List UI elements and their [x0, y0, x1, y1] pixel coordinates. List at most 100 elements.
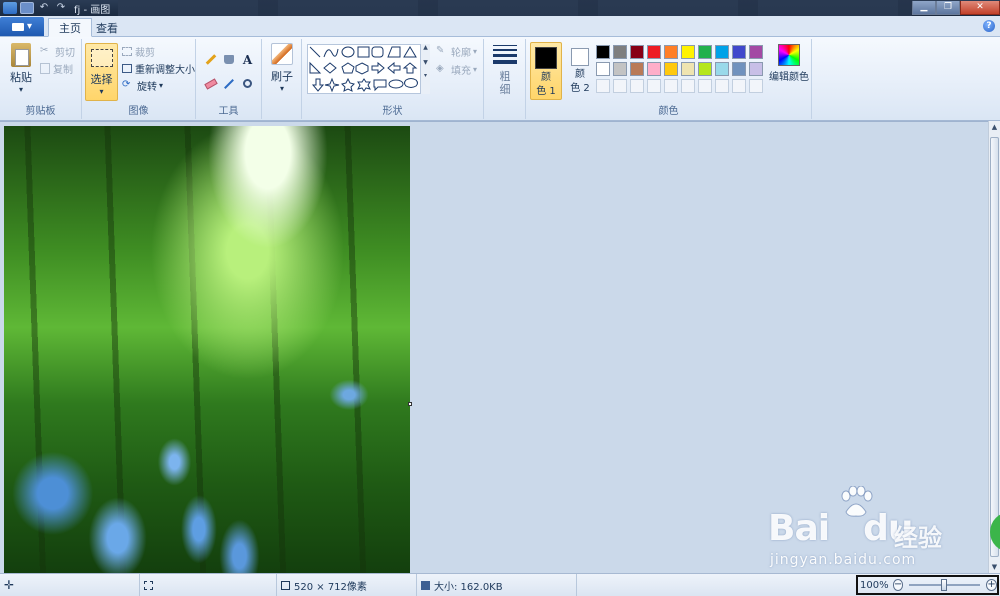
zoom-slider-thumb[interactable]: [941, 579, 948, 591]
select-button[interactable]: 选择 ▾: [85, 43, 118, 101]
undo-icon[interactable]: ↶: [37, 2, 51, 14]
title-bar: ↶ ↷ fj - 画图 ▁ ❐ ✕: [0, 0, 1000, 16]
zoom-slider[interactable]: [909, 579, 981, 591]
chevron-up-icon: ▲: [423, 44, 428, 51]
palette-swatch[interactable]: [732, 62, 746, 76]
tab-view[interactable]: 查看: [86, 18, 128, 37]
image-size-icon: [281, 580, 290, 590]
maximize-button[interactable]: ❐: [936, 1, 960, 15]
ribbon-tab-row: ▾ 主页 查看 ?: [0, 16, 1000, 37]
palette-swatch[interactable]: [630, 62, 644, 76]
help-icon[interactable]: ?: [983, 20, 995, 32]
zoom-level: 100%: [860, 579, 889, 591]
cut-button[interactable]: ✂ 剪切: [40, 43, 75, 59]
palette-empty-swatch[interactable]: [664, 79, 678, 93]
palette-swatch[interactable]: [749, 45, 763, 59]
palette-swatch[interactable]: [664, 45, 678, 59]
edit-colors-button[interactable]: 编辑颜色: [768, 41, 810, 83]
resize-button[interactable]: 重新调整大小: [122, 60, 195, 76]
paste-label: 粘贴: [10, 71, 32, 84]
palette-empty-swatch[interactable]: [630, 79, 644, 93]
palette-swatch[interactable]: [715, 45, 729, 59]
palette-empty-swatch[interactable]: [698, 79, 712, 93]
brushes-button[interactable]: 刷子 ▾: [267, 43, 297, 93]
zoom-control: 100% − +: [856, 575, 999, 595]
outline-label: 轮廓: [451, 47, 471, 59]
canvas-resize-handle-right[interactable]: [408, 402, 412, 406]
palette-empty-swatch[interactable]: [715, 79, 729, 93]
palette-empty-swatch[interactable]: [647, 79, 661, 93]
clipboard-icon: [11, 43, 31, 67]
palette-empty-swatch[interactable]: [613, 79, 627, 93]
color1-button[interactable]: 颜 色 1: [530, 42, 562, 100]
image-dimensions: 520 × 712像素: [294, 581, 367, 593]
close-button[interactable]: ✕: [960, 1, 1000, 15]
paint-menu-button[interactable]: ▾: [0, 17, 44, 36]
text-tool-icon[interactable]: A: [239, 51, 256, 68]
selection-icon: [144, 580, 153, 590]
file-size-cell: 大小: 162.0KB: [417, 574, 577, 596]
image-group-label: 图像: [128, 106, 149, 117]
redo-icon[interactable]: ↷: [54, 2, 68, 14]
colors-group-label: 颜色: [658, 106, 679, 117]
magnifier-icon[interactable]: [239, 75, 256, 92]
crop-icon: [122, 46, 132, 56]
palette-swatch[interactable]: [749, 62, 763, 76]
chevron-down-icon: ▾: [473, 64, 478, 74]
minimize-button[interactable]: ▁: [912, 1, 936, 15]
palette-swatch[interactable]: [698, 45, 712, 59]
watermark-cn: 经验: [894, 524, 942, 552]
pencil-icon[interactable]: [202, 51, 219, 68]
chevron-down-icon: ▾: [473, 46, 478, 56]
palette-empty-swatch[interactable]: [749, 79, 763, 93]
palette-empty-swatch[interactable]: [596, 79, 610, 93]
app-menu-icon[interactable]: [3, 2, 17, 14]
palette-swatch[interactable]: [715, 62, 729, 76]
cut-label: 剪切: [55, 47, 75, 59]
color-picker-icon[interactable]: [220, 75, 237, 92]
eraser-icon[interactable]: [202, 75, 219, 92]
disk-icon: [421, 580, 430, 590]
baidu-watermark: Bai du 经验 jingyan.baidu.com: [764, 486, 994, 570]
file-size: 大小: 162.0KB: [434, 581, 503, 593]
palette-empty-swatch[interactable]: [681, 79, 695, 93]
shapes-gallery-scroll[interactable]: ▲ ▼ ▾: [420, 44, 430, 94]
paste-button[interactable]: 粘贴 ▾: [6, 39, 36, 94]
save-icon[interactable]: [20, 2, 34, 14]
chevron-down-icon: ▾: [26, 21, 33, 32]
palette-swatch[interactable]: [613, 62, 627, 76]
palette-swatch[interactable]: [647, 45, 661, 59]
crop-button[interactable]: 裁剪: [122, 43, 155, 59]
rotate-label: 旋转: [137, 81, 157, 93]
color2-button[interactable]: 颜 色 2: [566, 42, 594, 100]
palette-swatch[interactable]: [681, 62, 695, 76]
color2-swatch: [571, 48, 589, 66]
palette-swatch[interactable]: [613, 45, 627, 59]
shapes-gallery[interactable]: [307, 44, 427, 94]
palette-swatch[interactable]: [596, 62, 610, 76]
brush-icon: [271, 43, 293, 65]
palette-swatch[interactable]: [681, 45, 695, 59]
size-group: 粗 细: [484, 39, 526, 119]
outline-button[interactable]: ✎ 轮廓 ▾: [436, 43, 477, 59]
image-size-cell: 520 × 712像素: [277, 574, 417, 596]
palette-swatch[interactable]: [647, 62, 661, 76]
size-button[interactable]: 粗 细: [490, 45, 520, 96]
zoom-out-button[interactable]: −: [892, 579, 904, 591]
palette-swatch[interactable]: [698, 62, 712, 76]
copy-button[interactable]: 复制: [40, 60, 73, 76]
palette-swatch[interactable]: [596, 45, 610, 59]
palette-swatch[interactable]: [630, 45, 644, 59]
rotate-button[interactable]: ⟳ 旋转 ▾: [122, 77, 163, 93]
zoom-in-button[interactable]: +: [986, 579, 997, 591]
fill-bucket-icon[interactable]: [220, 51, 237, 68]
palette-empty-swatch[interactable]: [732, 79, 746, 93]
tools-group: A 工具: [196, 39, 262, 119]
image-canvas[interactable]: [4, 126, 410, 574]
selection-rectangle-icon: [90, 49, 113, 67]
copy-label: 复制: [53, 64, 73, 76]
scroll-up-icon[interactable]: ▲: [989, 121, 1000, 133]
palette-swatch[interactable]: [732, 45, 746, 59]
fill-button[interactable]: ◈ 填充 ▾: [436, 61, 477, 77]
palette-swatch[interactable]: [664, 62, 678, 76]
